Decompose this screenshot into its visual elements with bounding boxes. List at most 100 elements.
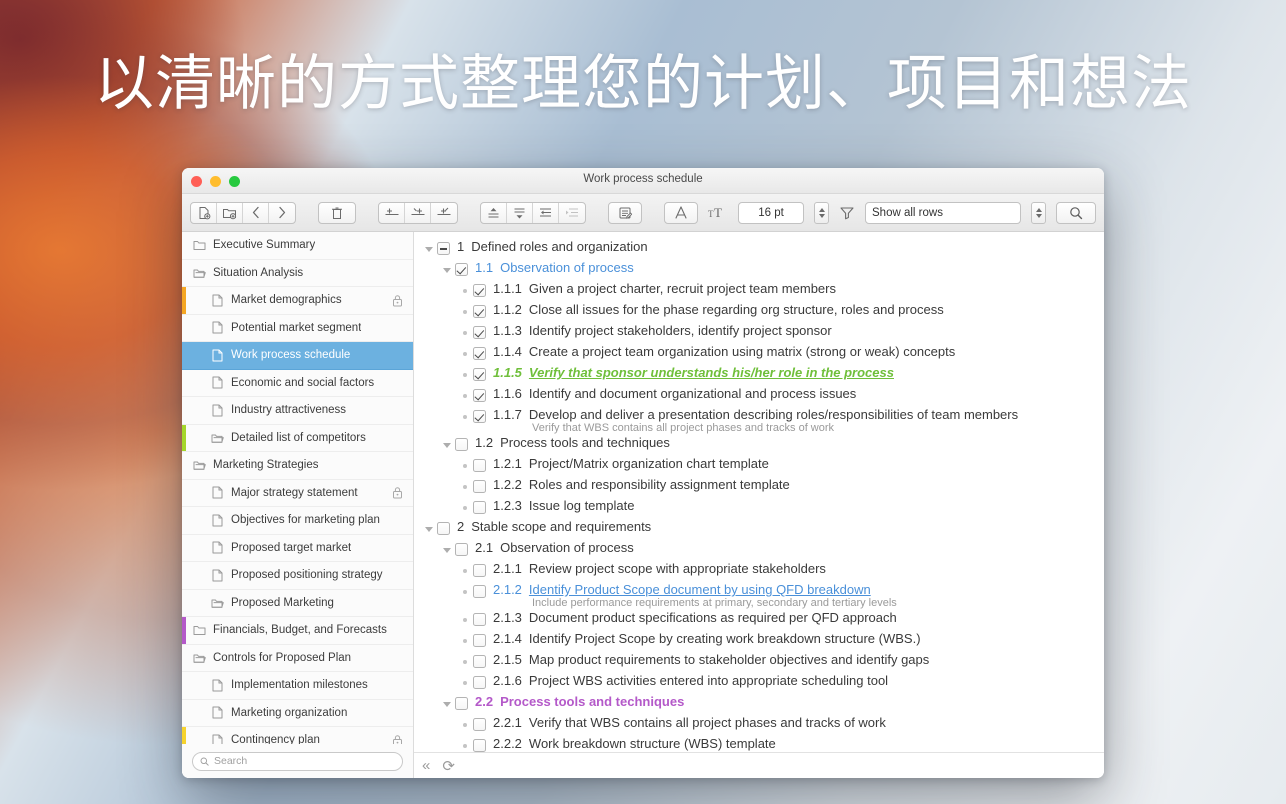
move-down-icon[interactable] [507,203,533,223]
move-up-icon[interactable] [481,203,507,223]
outline-row[interactable]: 2Stable scope and requirements [414,518,1104,539]
outline-row[interactable]: 1.2.3Issue log template [414,497,1104,518]
format-text-icon[interactable] [665,203,697,223]
outline-row[interactable]: 2.2.1Verify that WBS contains all projec… [414,714,1104,735]
sidebar-item-detailed-list-of-competitors[interactable]: Detailed list of competitors [182,425,413,453]
sidebar-item-implementation-milestones[interactable]: Implementation milestones [182,672,413,700]
outline-row[interactable]: 1.1.6Identify and document organizationa… [414,385,1104,406]
text-size-icon[interactable]: TT [706,205,730,220]
outline-row[interactable]: 1.1.4Create a project team organization … [414,343,1104,364]
row-checkbox[interactable] [473,655,486,668]
outline-row[interactable]: 1.1.1Given a project charter, recruit pr… [414,280,1104,301]
row-checkbox[interactable] [473,389,486,402]
sidebar-item-major-strategy-statement[interactable]: Major strategy statement [182,480,413,508]
refresh-icon[interactable]: ⟳ [442,757,455,775]
indent-icon[interactable] [559,203,585,223]
collapse-all-icon[interactable]: « [422,757,430,774]
back-icon[interactable] [243,203,269,223]
disclosure-triangle-icon[interactable] [440,540,454,560]
font-size-input[interactable]: 16 pt [738,202,804,224]
outline-row[interactable]: 2.1.2Identify Product Scope document by … [414,581,1104,609]
row-checkbox[interactable] [473,410,486,423]
outline-row[interactable]: 1.1.5Verify that sponsor understands his… [414,364,1104,385]
disclosure-triangle-icon[interactable] [440,435,454,455]
row-checkbox[interactable] [473,326,486,339]
forward-icon[interactable] [269,203,295,223]
sidebar-item-potential-market-segment[interactable]: Potential market segment [182,315,413,343]
row-checkbox[interactable] [473,613,486,626]
sidebar-item-proposed-positioning-strategy[interactable]: Proposed positioning strategy [182,562,413,590]
sidebar-item-industry-attractiveness[interactable]: Industry attractiveness [182,397,413,425]
sidebar-item-work-process-schedule[interactable]: Work process schedule [182,342,413,370]
sidebar-item-marketing-strategies[interactable]: Marketing Strategies [182,452,413,480]
row-checkbox[interactable] [473,305,486,318]
sidebar-item-proposed-target-market[interactable]: Proposed target market [182,535,413,563]
outline-row[interactable]: 1.2Process tools and techniques [414,434,1104,455]
row-checkbox[interactable] [473,564,486,577]
sidebar-item-marketing-organization[interactable]: Marketing organization [182,700,413,728]
add-row-below-icon[interactable] [405,203,431,223]
lock-icon[interactable] [392,486,403,499]
outline-row[interactable]: 1.2.2Roles and responsibility assignment… [414,476,1104,497]
row-checkbox[interactable] [455,438,468,451]
outline-row[interactable]: 2.2.2Work breakdown structure (WBS) temp… [414,735,1104,752]
row-checkbox[interactable] [455,697,468,710]
outline-row[interactable]: 1.1Observation of process [414,259,1104,280]
row-checkbox[interactable] [473,739,486,752]
outline-row[interactable]: 2.1.6Project WBS activities entered into… [414,672,1104,693]
sidebar-item-controls-for-proposed-plan[interactable]: Controls for Proposed Plan [182,645,413,673]
row-checkbox[interactable] [437,242,450,255]
disclosure-triangle-icon[interactable] [440,694,454,714]
search-input[interactable]: Search [192,752,403,771]
row-checkbox[interactable] [473,459,486,472]
rows-filter-select[interactable]: Show all rows [865,202,1021,224]
outline-row[interactable]: 1.2.1Project/Matrix organization chart t… [414,455,1104,476]
font-size-stepper[interactable] [814,202,829,224]
sidebar-item-objectives-for-marketing-plan[interactable]: Objectives for marketing plan [182,507,413,535]
row-checkbox[interactable] [473,347,486,360]
new-folder-icon[interactable] [217,203,243,223]
outline-row[interactable]: 2.1.5Map product requirements to stakeho… [414,651,1104,672]
outline-row[interactable]: 1.1.3Identify project stakeholders, iden… [414,322,1104,343]
row-checkbox[interactable] [473,284,486,297]
outline-row[interactable]: 1.1.2Close all issues for the phase rega… [414,301,1104,322]
row-checkbox[interactable] [473,480,486,493]
sidebar-item-financials-budget-and-forecasts[interactable]: Financials, Budget, and Forecasts [182,617,413,645]
row-checkbox[interactable] [473,501,486,514]
search-button[interactable] [1056,202,1096,224]
sidebar-item-executive-summary[interactable]: Executive Summary [182,232,413,260]
outline-row[interactable]: 2.1.3Document product specifications as … [414,609,1104,630]
sidebar-item-economic-and-social-factors[interactable]: Economic and social factors [182,370,413,398]
rows-filter-stepper[interactable] [1031,202,1046,224]
row-checkbox[interactable] [473,718,486,731]
row-checkbox[interactable] [455,543,468,556]
row-checkbox[interactable] [473,676,486,689]
outline-row[interactable]: 2.1Observation of process [414,539,1104,560]
row-checkbox[interactable] [473,368,486,381]
lock-icon[interactable] [392,294,403,307]
outline-row[interactable]: 1.1.7Develop and deliver a presentation … [414,406,1104,434]
outdent-icon[interactable] [533,203,559,223]
disclosure-triangle-icon[interactable] [422,239,436,259]
add-row-above-icon[interactable] [379,203,405,223]
sidebar-item-situation-analysis[interactable]: Situation Analysis [182,260,413,288]
outline-row[interactable]: 2.2Process tools and techniques [414,693,1104,714]
disclosure-triangle-icon[interactable] [440,260,454,280]
outline-row[interactable]: 2.1.1Review project scope with appropria… [414,560,1104,581]
filter-icon[interactable] [837,205,857,220]
sidebar-item-market-demographics[interactable]: Market demographics [182,287,413,315]
row-checkbox[interactable] [473,585,486,598]
row-checkbox[interactable] [437,522,450,535]
sidebar-item-proposed-marketing[interactable]: Proposed Marketing [182,590,413,618]
add-child-row-icon[interactable] [431,203,457,223]
outline-row[interactable]: 1Defined roles and organization [414,238,1104,259]
note-icon[interactable] [609,203,641,223]
sidebar-item-contingency-plan[interactable]: Contingency plan [182,727,413,744]
row-checkbox[interactable] [455,263,468,276]
disclosure-triangle-icon[interactable] [422,519,436,539]
outline-row[interactable]: 2.1.4Identify Project Scope by creating … [414,630,1104,651]
new-document-icon[interactable] [191,203,217,223]
trash-icon[interactable] [319,203,355,223]
lock-icon[interactable] [392,734,403,744]
row-checkbox[interactable] [473,634,486,647]
